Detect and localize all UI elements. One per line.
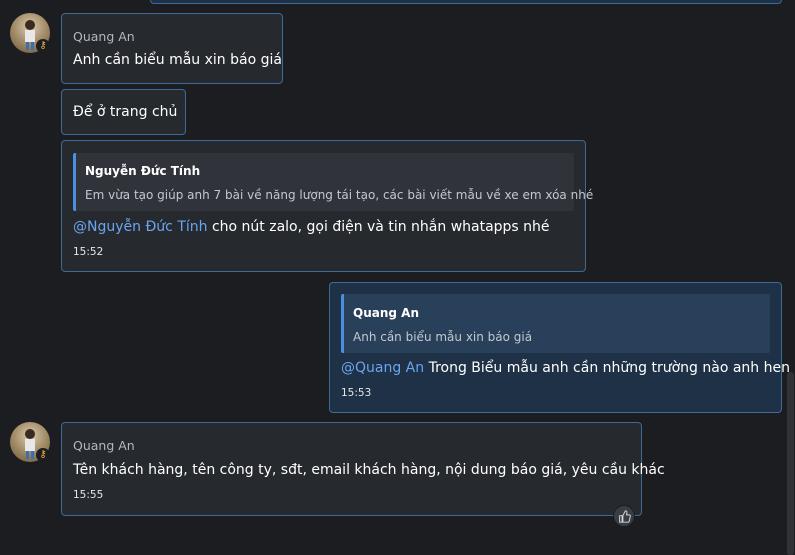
thumbs-up-icon: [618, 509, 631, 523]
user-mention[interactable]: @Nguyễn Đức Tính: [73, 219, 208, 235]
like-reaction-button[interactable]: [613, 505, 635, 527]
quoted-message[interactable]: Nguyễn Đức Tính Em vừa tạo giúp anh 7 bà…: [73, 153, 593, 211]
outgoing-reply-bubble[interactable]: Quang An Anh cần biểu mẫu xin báo giá @Q…: [329, 282, 790, 413]
message-body: cho nút zalo, gọi điện và tin nhắn whata…: [207, 219, 550, 235]
message-text: Anh cần biểu mẫu xin báo giá: [73, 52, 282, 68]
message-text: Để ở trang chủ: [73, 104, 178, 120]
key-icon: ⚷: [36, 448, 50, 462]
key-icon: ⚷: [36, 39, 50, 53]
message-time: 15:55: [73, 489, 104, 501]
message-time: 15:52: [73, 246, 104, 258]
message-body: Trong Biểu mẫu anh cần những trường nào …: [424, 360, 790, 376]
reply-message-bubble[interactable]: Nguyễn Đức Tính Em vừa tạo giúp anh 7 bà…: [61, 140, 593, 272]
quote-author: Nguyễn Đức Tính: [85, 164, 201, 178]
message-text: Tên khách hàng, tên công ty, sđt, email …: [73, 462, 665, 478]
chat-scrollbar[interactable]: [787, 372, 794, 555]
message-bubble[interactable]: Quang An Tên khách hàng, tên công ty, sđ…: [61, 422, 665, 516]
sender-name: Quang An: [73, 29, 135, 44]
message-time: 15:53: [341, 387, 372, 399]
quote-text: Em vừa tạo giúp anh 7 bài về năng lượng …: [85, 188, 594, 202]
message-text: @Nguyễn Đức Tính cho nút zalo, gọi điện …: [73, 219, 550, 235]
user-mention[interactable]: @Quang An: [341, 360, 424, 376]
previous-message-bubble: [150, 0, 782, 4]
message-bubble[interactable]: Để ở trang chủ: [61, 89, 186, 135]
message-bubble[interactable]: Quang An Anh cần biểu mẫu xin báo giá: [61, 13, 283, 84]
sender-name: Quang An: [73, 438, 135, 453]
quote-author: Quang An: [353, 306, 419, 320]
quoted-message[interactable]: Quang An Anh cần biểu mẫu xin báo giá: [341, 294, 770, 353]
message-text: @Quang An Trong Biểu mẫu anh cần những t…: [341, 360, 790, 376]
quote-text: Anh cần biểu mẫu xin báo giá: [353, 330, 533, 344]
